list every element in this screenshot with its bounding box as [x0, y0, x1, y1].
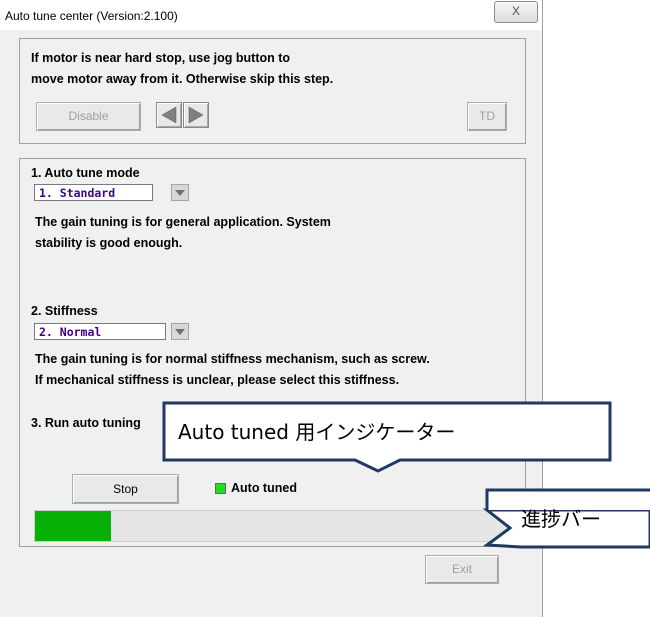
progress-callout-text: 進捗バー: [521, 507, 601, 531]
window-title: Auto tune center (Version:2.100): [5, 9, 178, 23]
stiffness-select[interactable]: 2. Normal: [34, 323, 166, 340]
indicator-callout-text: Auto tuned 用インジケーター: [178, 420, 456, 444]
settings-group: 1. Auto tune mode 1. Standard The gain t…: [19, 158, 526, 547]
stiffness-description-line1: The gain tuning is for normal stiffness …: [35, 352, 430, 366]
auto-tune-mode-heading: 1. Auto tune mode: [31, 166, 140, 180]
chevron-down-icon: [175, 190, 185, 196]
title-bar: Auto tune center (Version:2.100) X: [0, 0, 542, 30]
arrow-right-icon: [188, 106, 204, 124]
jog-instruction-line1: If motor is near hard stop, use jog butt…: [31, 51, 291, 65]
stiffness-value: 2. Normal: [39, 325, 102, 339]
run-auto-tuning-heading: 3. Run auto tuning: [31, 416, 141, 430]
jog-left-button[interactable]: [156, 102, 182, 128]
stiffness-heading: 2. Stiffness: [31, 304, 98, 318]
auto-tune-mode-description-line1: The gain tuning is for general applicati…: [35, 215, 331, 229]
auto-tuned-indicator-label: Auto tuned: [231, 481, 297, 495]
jog-group: If motor is near hard stop, use jog butt…: [19, 38, 526, 144]
chevron-down-icon: [175, 329, 185, 335]
stop-button[interactable]: Stop: [72, 474, 179, 504]
auto-tune-mode-dropdown-button[interactable]: [171, 184, 189, 201]
auto-tune-mode-value: 1. Standard: [39, 186, 116, 200]
progress-bar: [34, 510, 524, 542]
jog-right-button[interactable]: [183, 102, 209, 128]
stiffness-dropdown-button[interactable]: [171, 323, 189, 340]
auto-tune-mode-select[interactable]: 1. Standard: [34, 184, 153, 201]
progress-bar-fill: [35, 511, 111, 541]
auto-tune-window: Auto tune center (Version:2.100) X If mo…: [0, 0, 543, 617]
disable-button[interactable]: Disable: [36, 102, 141, 131]
arrow-left-icon: [161, 106, 177, 124]
close-button[interactable]: X: [494, 1, 538, 23]
stiffness-description-line2: If mechanical stiffness is unclear, plea…: [35, 373, 400, 387]
jog-instruction-line2: move motor away from it. Otherwise skip …: [31, 72, 334, 86]
td-button[interactable]: TD: [467, 102, 507, 131]
exit-button[interactable]: Exit: [425, 555, 499, 584]
close-icon: X: [511, 4, 520, 18]
auto-tune-mode-description-line2: stability is good enough.: [35, 236, 183, 250]
auto-tuned-indicator-led: [215, 483, 226, 494]
